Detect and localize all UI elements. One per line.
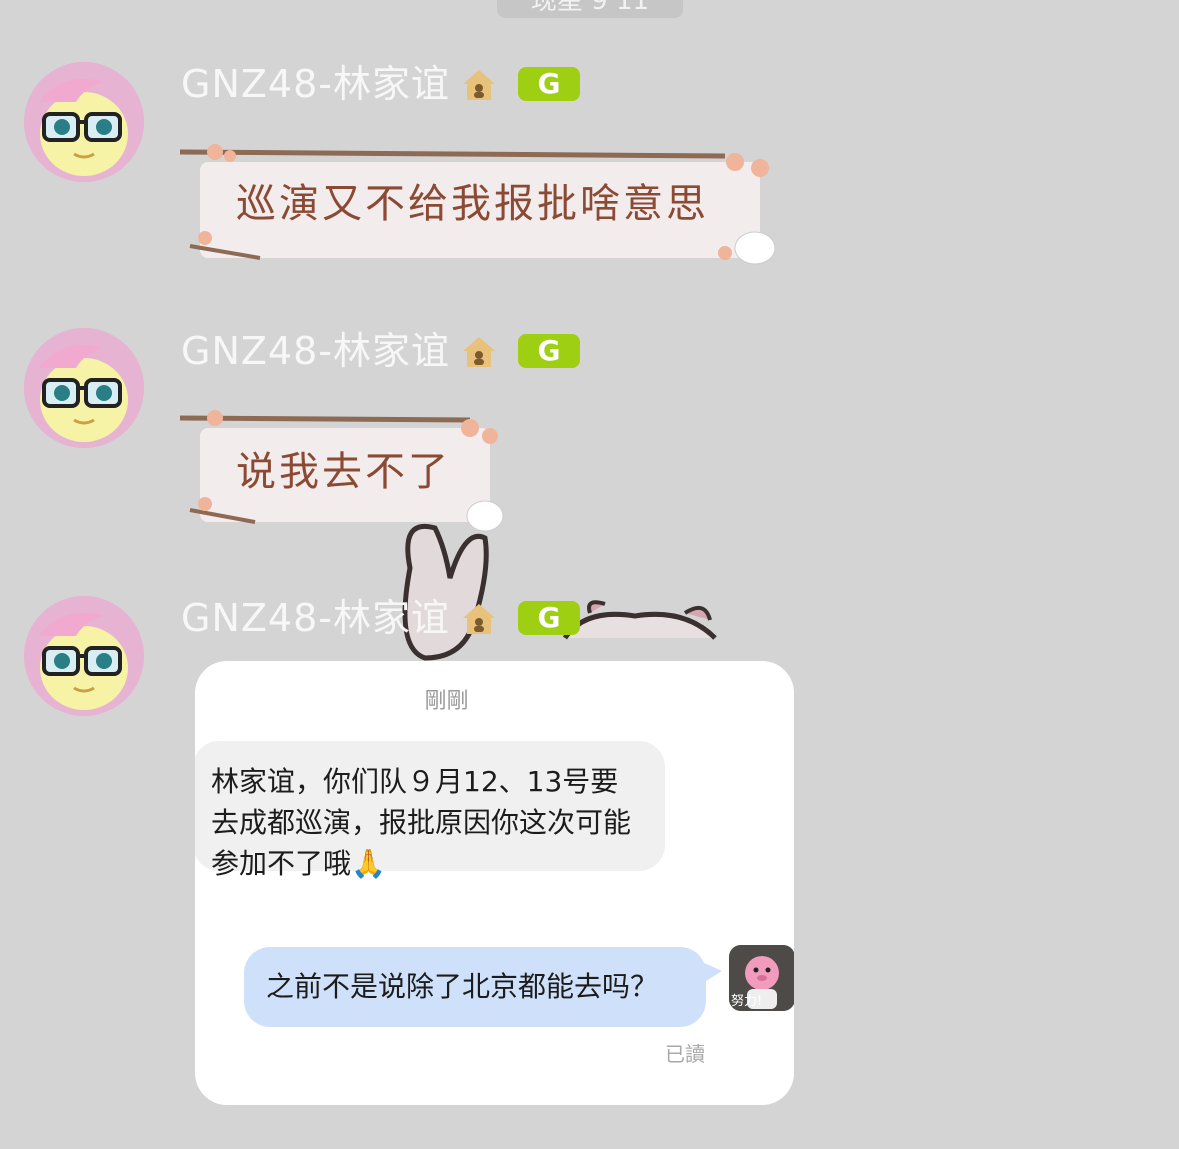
- sender-avatar[interactable]: [24, 62, 144, 182]
- chat-screenshot-card[interactable]: 剛剛 林家谊，你们队９月12、13号要去成都巡演，报批原因你这次可能参加不了哦🙏…: [195, 661, 794, 1105]
- group-badge: G: [518, 67, 580, 101]
- pony-avatar-icon: [24, 328, 144, 448]
- sender-avatar[interactable]: [24, 328, 144, 448]
- house-icon: [461, 602, 497, 636]
- sender-name: GNZ48-林家谊: [181, 329, 450, 373]
- read-receipt: 已讀: [665, 1042, 705, 1066]
- outgoing-message[interactable]: 之前不是说除了北京都能去吗？: [244, 947, 706, 1027]
- house-icon: [461, 68, 497, 102]
- self-avatar-label: 努力!: [731, 994, 762, 1009]
- pony-avatar-icon: [24, 62, 144, 182]
- pony-avatar-icon: [24, 596, 144, 716]
- self-avatar[interactable]: 努力!: [729, 945, 794, 1011]
- group-badge: G: [518, 601, 580, 635]
- incoming-message[interactable]: 林家谊，你们队９月12、13号要去成都巡演，报批原因你这次可能参加不了哦🙏: [195, 741, 665, 880]
- pink-beaver-avatar-icon: 努力!: [729, 945, 794, 1011]
- timestamp: 剛剛: [424, 689, 469, 714]
- status-pill: 现星 9 11: [497, 0, 683, 18]
- sticker-text: 说我去不了: [236, 449, 451, 495]
- sender-name: GNZ48-林家谊: [181, 62, 450, 106]
- sticker-text: 巡演又不给我报批啥意思: [236, 181, 709, 227]
- house-icon: [461, 335, 497, 369]
- bunny-sticker: [402, 524, 717, 661]
- bubble-tail: [700, 961, 722, 985]
- sender-name: GNZ48-林家谊: [181, 596, 450, 640]
- group-badge: G: [518, 334, 580, 368]
- sender-avatar[interactable]: [24, 596, 144, 716]
